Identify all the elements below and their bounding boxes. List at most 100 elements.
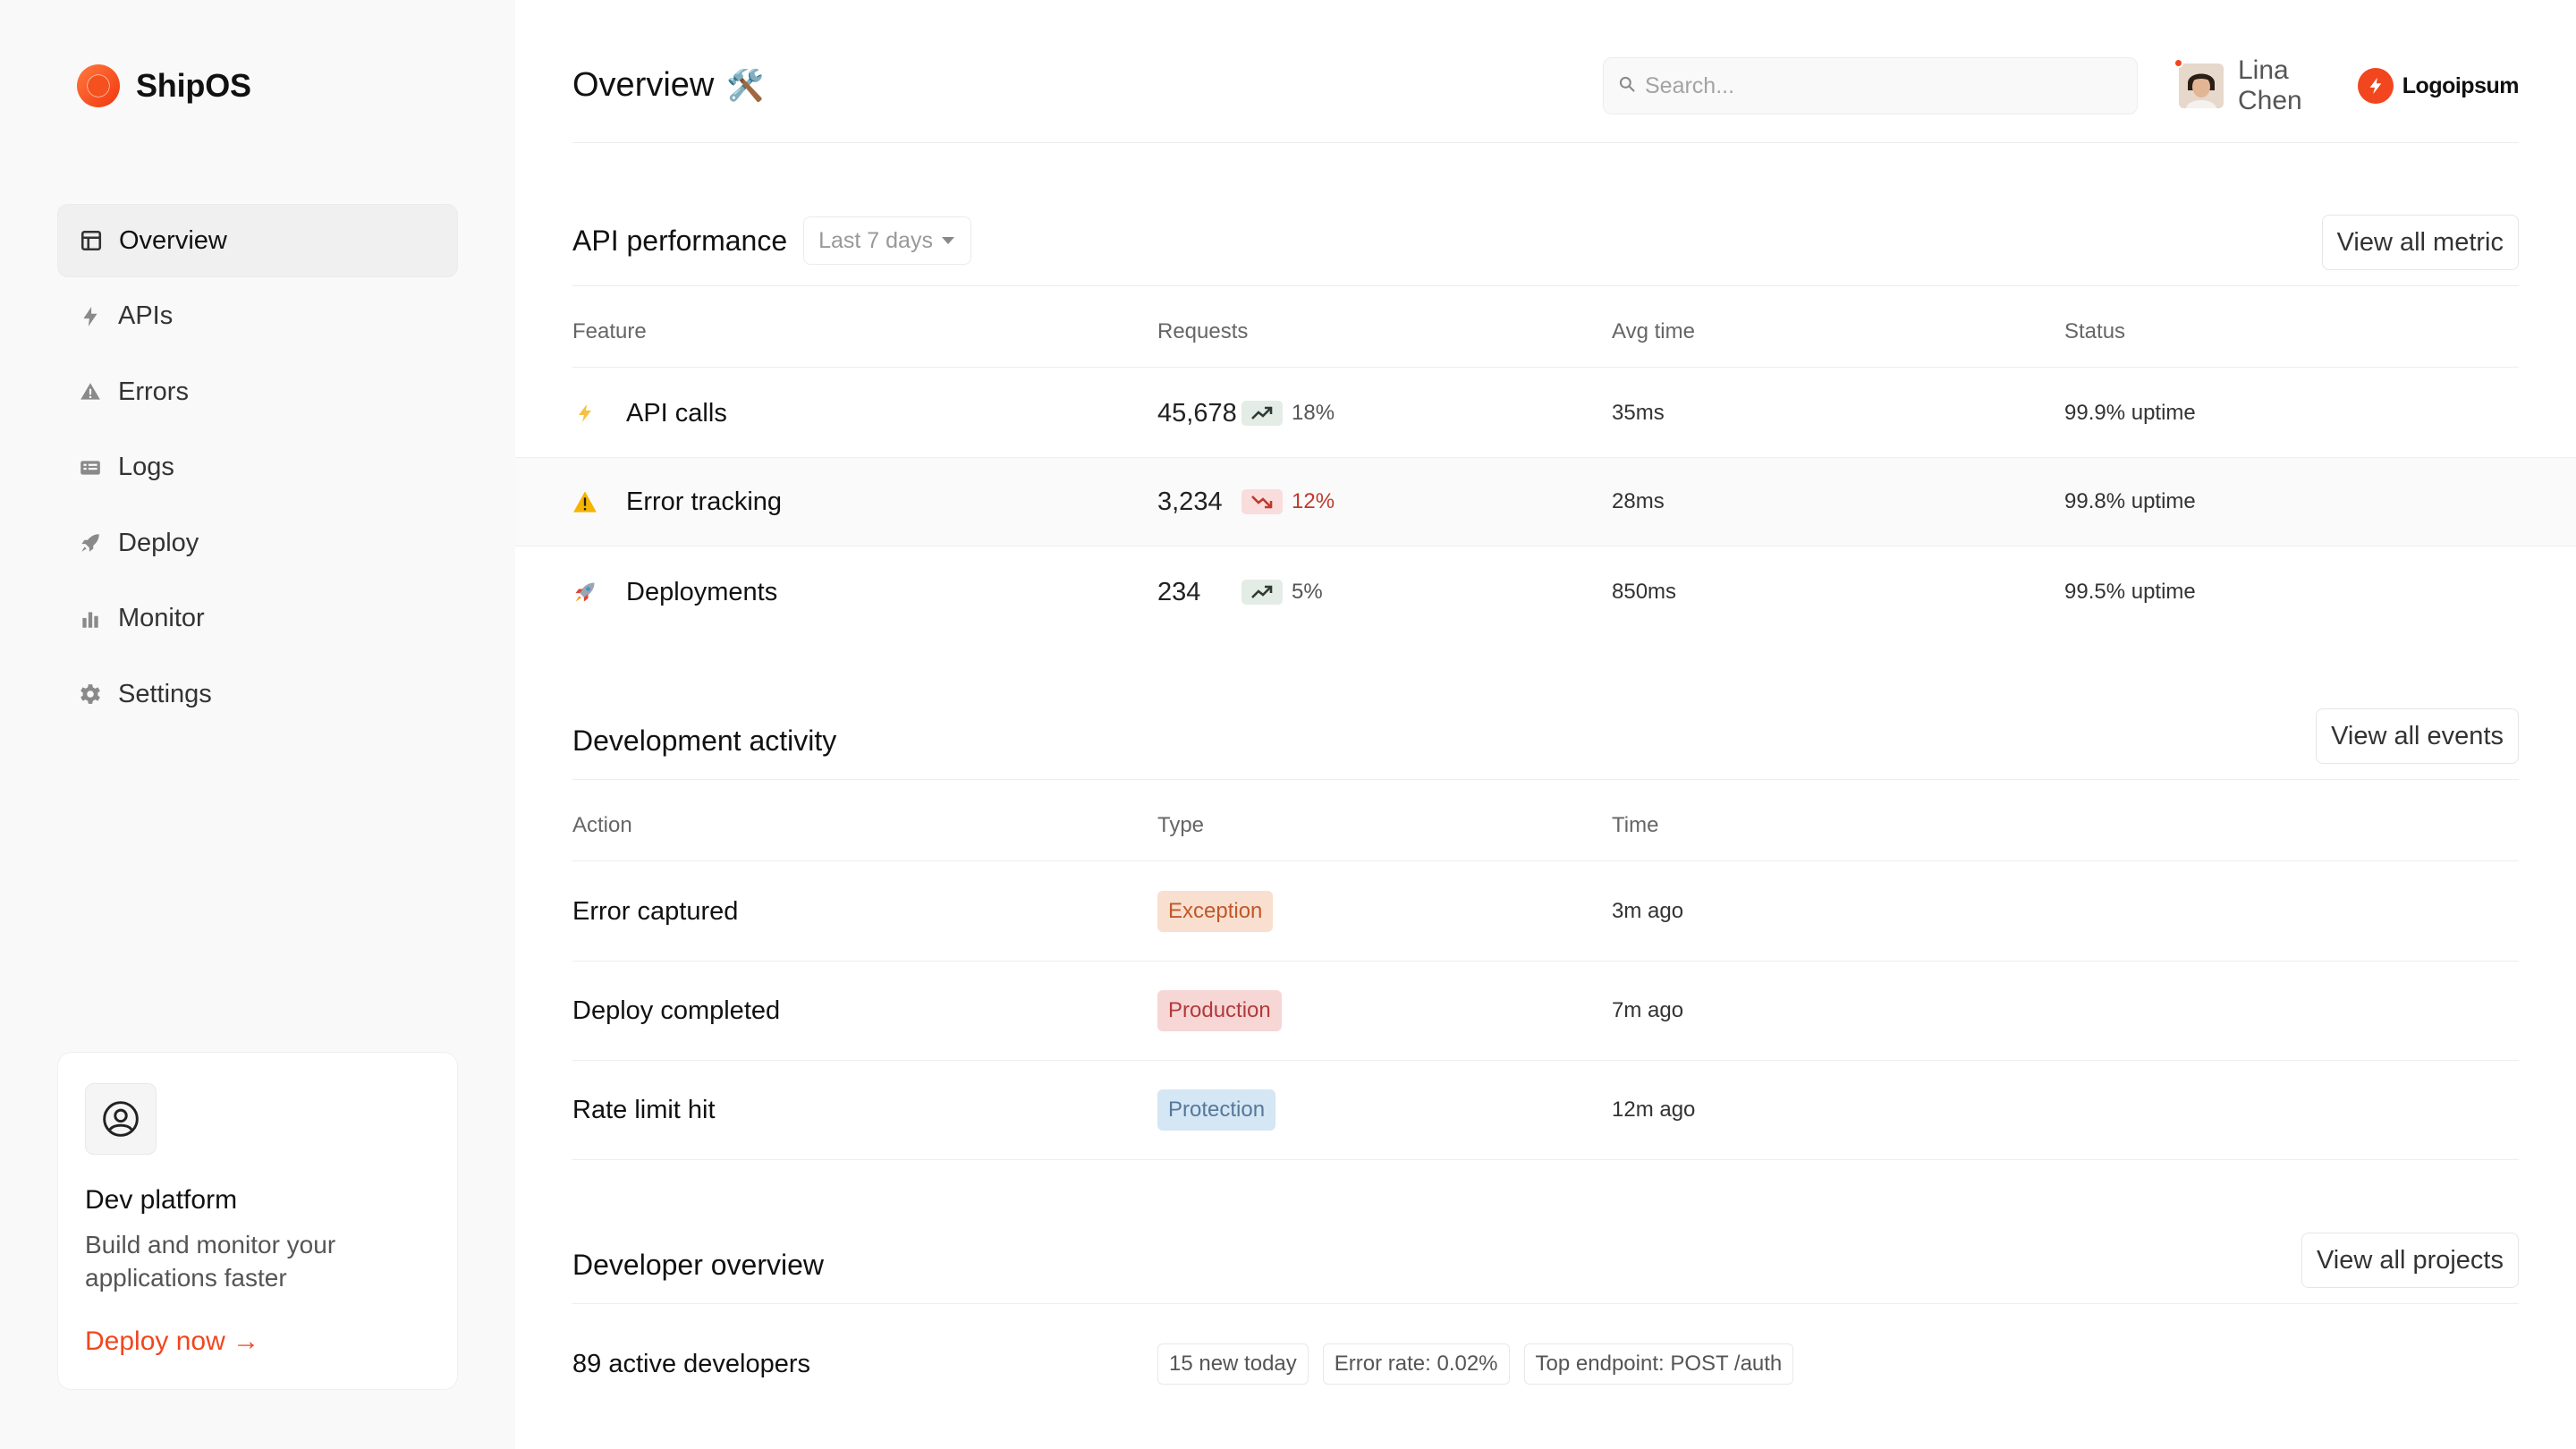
promo-card: Dev platform Build and monitor your appl… bbox=[57, 1052, 458, 1390]
bolt-icon bbox=[572, 401, 597, 426]
table-row[interactable]: Error tracking 3,234 12% 28ms 99.8% upti… bbox=[515, 457, 2576, 547]
sidebar-nav: Overview APIs Errors Logs Deploy Monitor… bbox=[57, 204, 458, 733]
search-input[interactable] bbox=[1645, 72, 2110, 99]
status-text: 99.8% uptime bbox=[2064, 489, 2196, 513]
feature-name: API calls bbox=[626, 398, 727, 428]
sidebar-item-deploy[interactable]: Deploy bbox=[57, 506, 458, 580]
bar-chart-icon bbox=[79, 607, 102, 631]
active-developers: 89 active developers bbox=[572, 1349, 810, 1378]
type-badge: Exception bbox=[1157, 891, 1274, 932]
avatar[interactable] bbox=[2174, 58, 2224, 108]
sidebar-item-label: Logs bbox=[118, 453, 174, 481]
activity-table-header: Action Type Time bbox=[572, 790, 2519, 861]
column-header-requests: Requests bbox=[1157, 319, 1249, 343]
brand[interactable]: ShipOS bbox=[77, 64, 251, 107]
sidebar-item-errors[interactable]: Errors bbox=[57, 355, 458, 428]
column-header-feature: Feature bbox=[572, 319, 647, 343]
sidebar: ShipOS Overview APIs Errors Logs Deploy … bbox=[0, 0, 515, 1449]
view-all-metric-button[interactable]: View all metric bbox=[2321, 215, 2519, 270]
view-all-events-button[interactable]: View all events bbox=[2316, 708, 2519, 764]
page-title-text: Overview bbox=[572, 66, 715, 104]
top-header: Overview 🛠️ Lina Chen bbox=[572, 47, 2520, 143]
column-header-action: Action bbox=[572, 813, 632, 837]
column-header-time: Time bbox=[1612, 813, 1659, 837]
user-name: Lina Chen bbox=[2238, 55, 2302, 115]
sidebar-item-label: Deploy bbox=[118, 528, 199, 557]
main-content: Overview 🛠️ Lina Chen bbox=[515, 0, 2576, 1449]
table-row[interactable]: Rate limit hit Protection 12m ago bbox=[572, 1061, 2519, 1160]
trend-percent: 18% bbox=[1292, 401, 1335, 425]
feature-name: Error tracking bbox=[626, 487, 783, 516]
search-box[interactable] bbox=[1603, 57, 2138, 114]
notification-dot bbox=[2174, 58, 2183, 68]
chevron-down-icon bbox=[941, 237, 954, 244]
api-performance-header: API performance Last 7 days View all met… bbox=[572, 215, 2519, 286]
action-name: Deploy completed bbox=[572, 996, 781, 1025]
sidebar-item-label: APIs bbox=[118, 301, 174, 330]
stat-chip-error-rate: Error rate: 0.02% bbox=[1322, 1343, 1510, 1385]
partner-logo: Logoipsum bbox=[2357, 68, 2520, 104]
trend-percent: 12% bbox=[1292, 489, 1335, 513]
event-time: 12m ago bbox=[1612, 1097, 1696, 1122]
gear-icon bbox=[79, 682, 102, 706]
avatar-photo bbox=[2179, 64, 2224, 108]
type-badge: Protection bbox=[1157, 1089, 1276, 1131]
lightning-logo-icon bbox=[2357, 68, 2394, 104]
event-time: 7m ago bbox=[1612, 998, 1684, 1022]
deploy-now-link[interactable]: Deploy now → bbox=[85, 1326, 259, 1357]
table-row[interactable]: Deployments 234 5% 850ms 99.5% uptime bbox=[572, 547, 2519, 637]
api-table-header: Feature Requests Avg time Status bbox=[572, 296, 2519, 368]
view-all-projects-button[interactable]: View all projects bbox=[2301, 1233, 2519, 1288]
date-range-select[interactable]: Last 7 days bbox=[803, 216, 971, 265]
stat-chip-new-today: 15 new today bbox=[1157, 1343, 1309, 1385]
table-row[interactable]: API calls 45,678 18% 35ms 99.9% uptime bbox=[572, 369, 2519, 458]
trend-percent: 5% bbox=[1292, 580, 1323, 604]
partner-name: Logoipsum bbox=[2402, 72, 2520, 98]
event-time: 3m ago bbox=[1612, 899, 1684, 923]
sidebar-item-logs[interactable]: Logs bbox=[57, 431, 458, 504]
action-name: Rate limit hit bbox=[572, 1095, 716, 1124]
warning-icon bbox=[572, 489, 597, 514]
sidebar-item-label: Errors bbox=[118, 377, 189, 406]
bolt-icon bbox=[79, 305, 102, 328]
api-performance-title: API performance bbox=[572, 224, 788, 257]
list-icon bbox=[79, 456, 102, 479]
tools-icon: 🛠️ bbox=[726, 68, 765, 103]
user-circle-icon bbox=[85, 1083, 157, 1155]
brand-logo-icon bbox=[77, 64, 120, 107]
avg-time: 35ms bbox=[1612, 401, 1665, 425]
sidebar-item-label: Settings bbox=[118, 679, 212, 708]
status-text: 99.5% uptime bbox=[2064, 580, 2196, 604]
promo-text: Build and monitor your applications fast… bbox=[85, 1231, 336, 1292]
request-count: 234 bbox=[1157, 577, 1201, 606]
sidebar-item-monitor[interactable]: Monitor bbox=[57, 582, 458, 656]
development-activity-header: Development activity View all events bbox=[572, 708, 2519, 780]
warning-icon bbox=[79, 380, 102, 403]
developer-summary-row: 89 active developers 15 new today Error … bbox=[572, 1315, 2519, 1413]
trend-down-icon bbox=[1241, 489, 1283, 514]
sidebar-item-settings[interactable]: Settings bbox=[57, 657, 458, 731]
request-count: 3,234 bbox=[1157, 487, 1223, 516]
user-area: Lina Chen Logoipsum bbox=[2174, 55, 2520, 115]
brand-name: ShipOS bbox=[136, 67, 251, 104]
feature-name: Deployments bbox=[626, 577, 778, 606]
rocket-icon bbox=[572, 580, 597, 605]
trend-up-icon bbox=[1241, 401, 1283, 426]
sidebar-item-apis[interactable]: APIs bbox=[57, 280, 458, 353]
trend-up-icon bbox=[1241, 580, 1283, 605]
date-range-value: Last 7 days bbox=[818, 227, 933, 253]
section-title: API performance Last 7 days bbox=[572, 216, 971, 265]
avg-time: 850ms bbox=[1612, 580, 1677, 604]
rocket-icon bbox=[79, 531, 102, 555]
column-header-type: Type bbox=[1157, 813, 1205, 837]
status-text: 99.9% uptime bbox=[2064, 401, 2196, 425]
column-header-status: Status bbox=[2064, 319, 2126, 343]
sidebar-item-label: Overview bbox=[119, 225, 227, 255]
developer-overview-title: Developer overview bbox=[572, 1249, 825, 1281]
sidebar-item-overview[interactable]: Overview bbox=[57, 204, 458, 277]
request-count: 45,678 bbox=[1157, 398, 1237, 428]
table-row[interactable]: Error captured Exception 3m ago bbox=[572, 862, 2519, 962]
developer-overview-header: Developer overview View all projects bbox=[572, 1233, 2519, 1304]
table-row[interactable]: Deploy completed Production 7m ago bbox=[572, 962, 2519, 1061]
layout-icon bbox=[80, 229, 103, 252]
